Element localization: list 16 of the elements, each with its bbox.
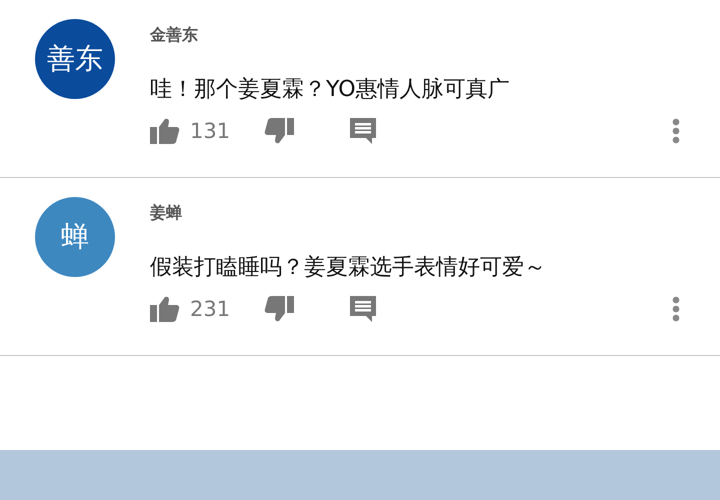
thumbs-up-icon[interactable] — [150, 118, 180, 144]
thumbs-down-icon[interactable] — [264, 118, 294, 144]
like-count: 131 — [190, 119, 232, 143]
author-name: 姜蝉 — [150, 203, 182, 224]
comment-text: 哇！那个姜夏霖？YO惠情人脉可真广 — [150, 76, 510, 104]
more-icon[interactable] — [672, 296, 680, 322]
avatar: 蝉 — [35, 197, 115, 277]
comment-text: 假装打瞌睡吗？姜夏霖选手表情好可爱～ — [150, 254, 546, 282]
thumbs-up-icon[interactable] — [150, 296, 180, 322]
reply-icon[interactable] — [350, 296, 376, 322]
thumbs-down-icon[interactable] — [264, 296, 294, 322]
like-count: 231 — [190, 297, 232, 321]
avatar: 善东 — [35, 19, 115, 99]
author-name: 金善东 — [150, 25, 198, 46]
more-icon[interactable] — [672, 118, 680, 144]
reply-icon[interactable] — [350, 118, 376, 144]
